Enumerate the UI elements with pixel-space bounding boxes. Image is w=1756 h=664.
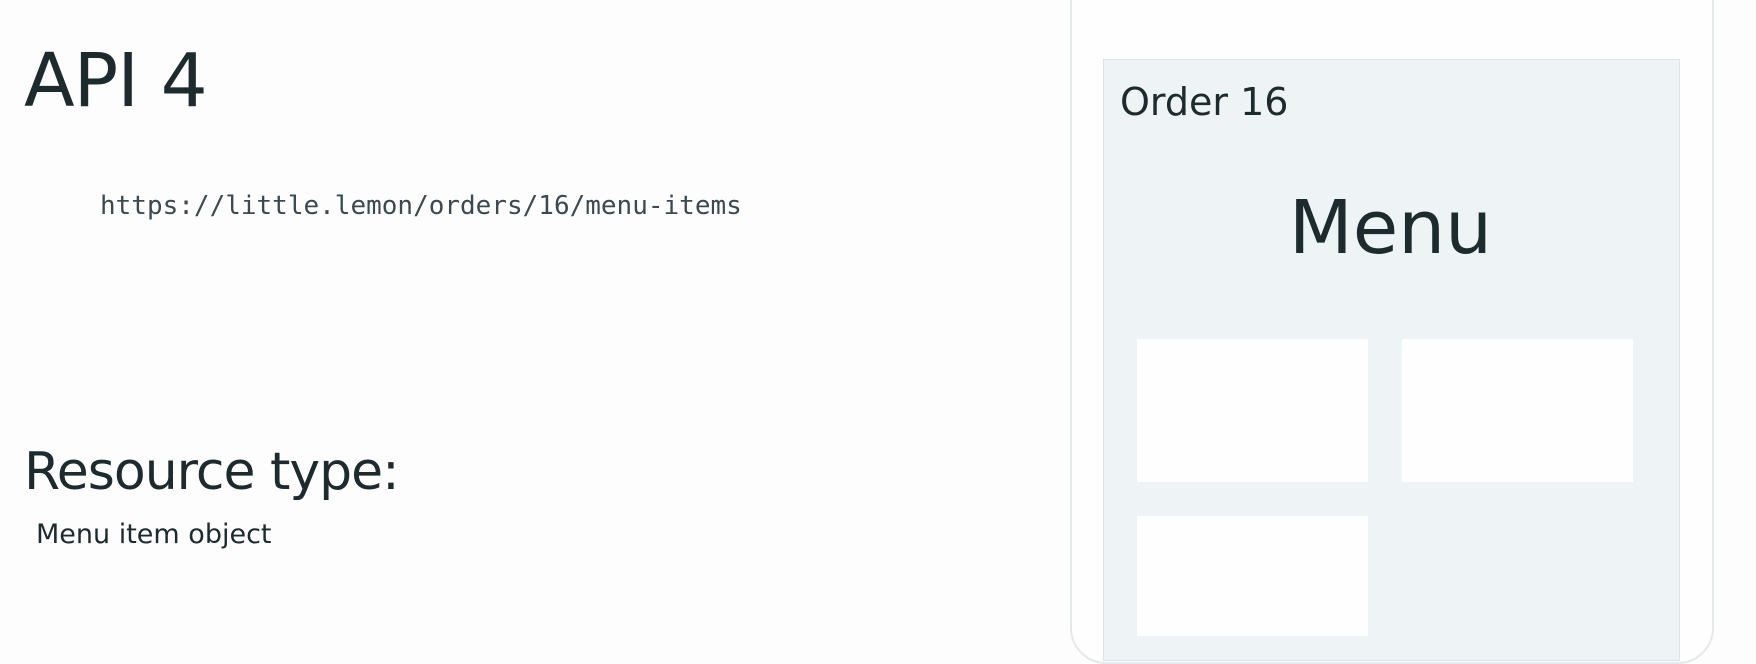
menu-item-card[interactable] <box>1137 516 1368 636</box>
resource-type-value: Menu item object <box>36 519 272 550</box>
menu-item-card[interactable] <box>1137 339 1368 482</box>
endpoint-url: https://little.lemon/orders/16/menu-item… <box>100 191 742 221</box>
menu-item-card[interactable] <box>1402 339 1633 482</box>
resource-type-label: Resource type: <box>24 442 400 502</box>
menu-heading: Menu <box>1288 185 1493 271</box>
order-label: Order 16 <box>1120 80 1289 124</box>
slide-title: API 4 <box>24 38 208 124</box>
